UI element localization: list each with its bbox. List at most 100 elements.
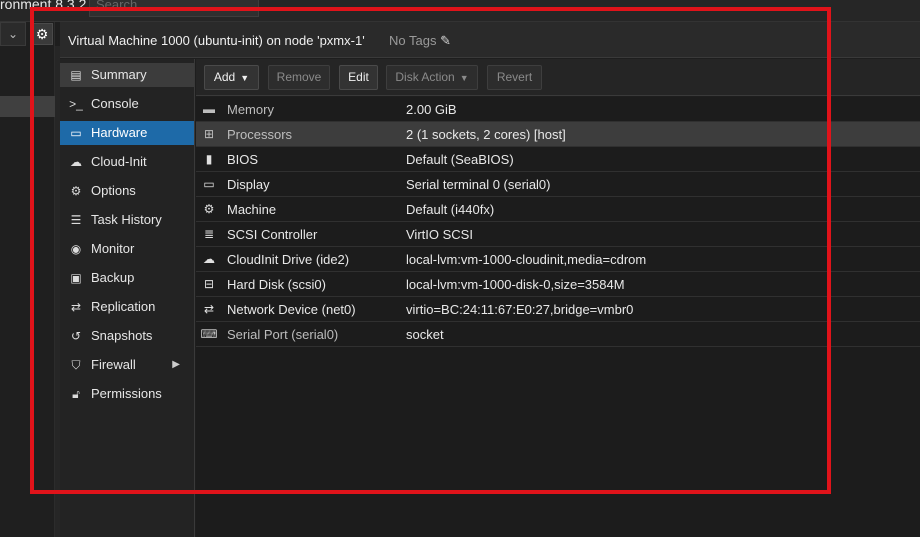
table-row[interactable]: ⌨ Serial Port (serial0) socket: [196, 322, 920, 347]
nav-item-label: Console: [91, 96, 139, 111]
memory-icon: ▬: [203, 102, 215, 116]
retweet-icon: ⇄: [70, 300, 82, 314]
unlock-icon: 🔓︎: [72, 387, 80, 401]
gear-icon[interactable]: ⚙: [31, 23, 53, 45]
row-value: virtio=BC:24:11:67:E0:27,bridge=vmbr0: [406, 302, 634, 317]
table-row[interactable]: ⇄ Network Device (net0) virtio=BC:24:11:…: [196, 297, 920, 322]
cloud-icon: ☁: [203, 252, 215, 266]
nav-item-summary[interactable]: ▤ Summary: [60, 63, 194, 87]
row-name: Machine: [227, 202, 277, 217]
nav-item-monitor[interactable]: ◉ Monitor: [60, 237, 194, 261]
table-row[interactable]: ▬ Memory 2.00 GiB: [196, 97, 920, 122]
hardware-toolbar: Add ▼ Remove Edit Disk Action ▼ Revert: [196, 59, 920, 96]
row-name: BIOS: [227, 152, 259, 167]
nav-item-firewall[interactable]: ⛉ Firewall ▶: [60, 353, 194, 377]
terminal-icon: >_: [69, 97, 83, 111]
table-row[interactable]: ⊟ Hard Disk (scsi0) local-lvm:vm-1000-di…: [196, 272, 920, 297]
row-value: VirtIO SCSI: [406, 227, 473, 242]
nav-item-label: Snapshots: [91, 328, 153, 343]
nav-item-task-history[interactable]: ☰ Task History: [60, 208, 194, 232]
hardware-grid: ▬ Memory 2.00 GiB ⊞ Processors 2 (1 sock…: [196, 97, 920, 537]
row-value: Default (SeaBIOS): [406, 152, 514, 167]
table-row[interactable]: ⊞ Processors 2 (1 sockets, 2 cores) [hos…: [196, 122, 920, 147]
chip-icon: ▮: [205, 152, 213, 166]
page-title: Virtual Machine 1000 (ubuntu-init) on no…: [68, 33, 365, 48]
chevron-down-icon: ▼: [240, 73, 250, 83]
table-row[interactable]: ⚙ Machine Default (i440fx): [196, 197, 920, 222]
cpu-icon: ⊞: [203, 127, 215, 141]
disk-action-button[interactable]: Disk Action ▼: [386, 65, 478, 90]
tags-label: No Tags: [389, 33, 437, 48]
nav-item-label: Summary: [91, 67, 147, 82]
list-icon: ☰: [70, 213, 82, 227]
chevron-down-icon: ▼: [459, 73, 469, 83]
cloud-icon: ☁: [70, 155, 82, 169]
tree-selected-node[interactable]: [0, 96, 55, 117]
nav-item-label: Options: [91, 183, 136, 198]
desktop-icon: ▭: [203, 177, 215, 191]
row-value: 2.00 GiB: [406, 102, 457, 117]
monitor-icon: ▭: [70, 126, 82, 140]
search-input[interactable]: Search: [89, 0, 259, 17]
nav-item-label: Hardware: [91, 125, 148, 140]
row-name: Memory: [227, 102, 274, 117]
eye-icon: ◉: [70, 242, 82, 256]
row-name: SCSI Controller: [227, 227, 318, 242]
keyboard-icon: ⌨: [200, 327, 218, 341]
database-icon: ≣: [203, 227, 215, 241]
app-version-text: ronment 8.3.2: [0, 0, 87, 12]
nav-item-label: Replication: [91, 299, 156, 314]
row-name: Processors: [227, 127, 293, 142]
tags-editor[interactable]: No Tags ✎: [389, 33, 451, 49]
row-name: CloudInit Drive (ide2): [227, 252, 350, 267]
nav-item-label: Cloud-Init: [91, 154, 147, 169]
row-name: Network Device (net0): [227, 302, 356, 317]
expand-arrow-icon[interactable]: ▶: [172, 353, 180, 377]
floppy-icon: ▣: [70, 271, 82, 285]
exchange-icon: ⇄: [203, 302, 215, 316]
row-value: socket: [406, 327, 444, 342]
row-name: Serial Port (serial0): [227, 327, 339, 342]
hdd-icon: ⊟: [203, 277, 215, 291]
view-select-dropdown[interactable]: ⌄: [0, 22, 26, 46]
vm-nav-panel: ▤ Summary >_ Console ▭ Hardware ☁ Cloud-…: [60, 59, 195, 537]
nav-item-replication[interactable]: ⇄ Replication: [60, 295, 194, 319]
table-row[interactable]: ▮ BIOS Default (SeaBIOS): [196, 147, 920, 172]
shield-icon: ⛉: [71, 358, 81, 372]
remove-button[interactable]: Remove: [268, 65, 330, 90]
row-name: Display: [227, 177, 270, 192]
pencil-icon[interactable]: ✎: [440, 33, 451, 48]
nav-item-label: Monitor: [91, 241, 135, 256]
nav-item-snapshots[interactable]: ↺ Snapshots: [60, 324, 194, 348]
history-icon: ↺: [70, 329, 82, 343]
add-button-label: Add: [213, 70, 236, 84]
top-bar: ronment 8.3.2 Search: [0, 0, 920, 22]
row-value: Serial terminal 0 (serial0): [406, 177, 551, 192]
nav-item-cloud-init[interactable]: ☁ Cloud-Init: [60, 150, 194, 174]
nav-item-label: Task History: [91, 212, 162, 227]
row-value: local-lvm:vm-1000-cloudinit,media=cdrom: [406, 252, 647, 267]
nav-item-options[interactable]: ⚙ Options: [60, 179, 194, 203]
nav-item-permissions[interactable]: 🔓︎ Permissions: [60, 382, 194, 406]
nav-item-label: Backup: [91, 270, 135, 285]
gear-icon: ⚙: [70, 184, 82, 198]
book-icon: ▤: [70, 68, 82, 82]
edit-button[interactable]: Edit: [339, 65, 378, 90]
cogs-icon: ⚙: [203, 202, 215, 216]
table-row[interactable]: ▭ Display Serial terminal 0 (serial0): [196, 172, 920, 197]
nav-item-label: Firewall: [91, 357, 136, 372]
nav-item-hardware[interactable]: ▭ Hardware: [60, 121, 194, 145]
table-row[interactable]: ≣ SCSI Controller VirtIO SCSI: [196, 222, 920, 247]
row-value: Default (i440fx): [406, 202, 495, 217]
disk-action-label: Disk Action: [395, 70, 455, 84]
nav-item-backup[interactable]: ▣ Backup: [60, 266, 194, 290]
nav-item-console[interactable]: >_ Console: [60, 92, 194, 116]
row-value: 2 (1 sockets, 2 cores) [host]: [406, 127, 566, 142]
add-button[interactable]: Add ▼: [204, 65, 259, 90]
revert-button[interactable]: Revert: [487, 65, 542, 90]
row-value: local-lvm:vm-1000-disk-0,size=3584M: [406, 277, 625, 292]
vm-header: Virtual Machine 1000 (ubuntu-init) on no…: [60, 22, 920, 58]
nav-item-label: Permissions: [91, 386, 162, 401]
table-row[interactable]: ☁ CloudInit Drive (ide2) local-lvm:vm-10…: [196, 247, 920, 272]
row-name: Hard Disk (scsi0): [227, 277, 326, 292]
